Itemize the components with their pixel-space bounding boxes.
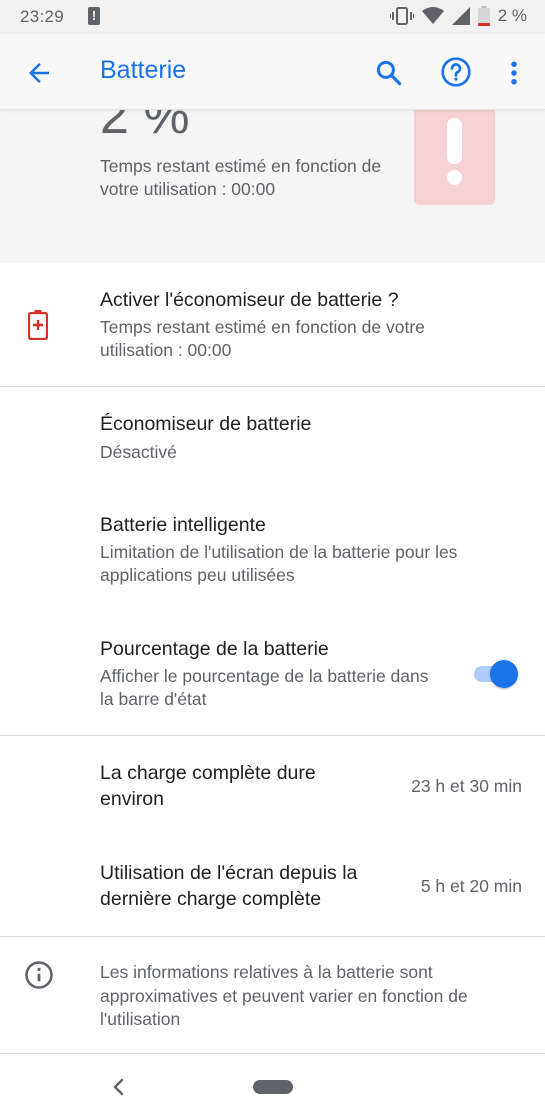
suggestion-summary: Temps restant estimé en fonction de votr… (100, 317, 425, 360)
setting-summary: Afficher le pourcentage de la batterie d… (100, 666, 429, 709)
stat-value: 23 h et 30 min (411, 776, 522, 796)
nav-back-icon[interactable] (110, 1076, 128, 1098)
alert-icon (88, 7, 100, 25)
suggestion-title: Activer l'économiseur de batterie ? (100, 289, 399, 311)
setting-summary: Désactivé (100, 442, 177, 462)
help-icon[interactable] (440, 56, 472, 88)
back-arrow-icon[interactable] (24, 58, 54, 88)
battery-alert-icon (28, 310, 48, 340)
toggle-thumb (490, 660, 518, 688)
stat-full-charge: La charge complète dure environ 23 h et … (0, 736, 545, 836)
navigation-bar (0, 1060, 545, 1120)
stat-value: 5 h et 20 min (420, 876, 522, 896)
setting-title: Pourcentage de la batterie (100, 638, 329, 660)
wifi-icon (421, 7, 444, 24)
signal-icon (451, 7, 470, 25)
setting-battery-saver[interactable]: Économiseur de batterie Désactivé (0, 387, 545, 485)
footer-info: Les informations relatives à la batterie… (100, 962, 468, 1029)
setting-title: Économiseur de batterie (100, 413, 312, 435)
setting-summary: Limitation de l'utilisation de la batter… (100, 542, 458, 585)
setting-battery-percentage[interactable]: Pourcentage de la batterie Afficher le p… (0, 609, 545, 735)
vibrate-icon (389, 7, 414, 25)
more-vert-icon[interactable] (505, 58, 523, 88)
battery-warning-graphic (414, 110, 495, 205)
stat-screen-usage: Utilisation de l'écran depuis la dernièr… (0, 836, 545, 936)
search-icon[interactable] (374, 58, 404, 88)
exclamation-dot (447, 170, 462, 185)
battery-level: 2 % (100, 110, 190, 145)
battery-estimate: Temps restant estimé en fonction de votr… (100, 156, 382, 199)
battery-saver-suggestion[interactable]: Activer l'économiseur de batterie ? Temp… (0, 263, 545, 386)
stat-title: La charge complète dure environ (100, 762, 316, 810)
home-pill[interactable] (253, 1080, 293, 1094)
app-bar: Batterie (0, 34, 545, 110)
setting-smart-battery[interactable]: Batterie intelligente Limitation de l'ut… (0, 485, 545, 609)
setting-title: Batterie intelligente (100, 514, 266, 536)
battery-low-icon (477, 6, 490, 26)
status-icons: 2 % (389, 6, 527, 26)
battery-header: 2 % Temps restant estimé en fonction de … (0, 110, 545, 263)
status-battery-percent: 2 % (497, 6, 527, 25)
page-title: Batterie (100, 56, 187, 84)
exclamation-mark (447, 118, 462, 164)
status-bar: 23:29 2 % (0, 0, 545, 34)
info-icon (25, 961, 53, 989)
divider (0, 936, 545, 937)
stat-title: Utilisation de l'écran depuis la dernièr… (100, 862, 358, 910)
status-time: 23:29 (20, 7, 65, 26)
divider (0, 1053, 545, 1054)
battery-percentage-toggle[interactable] (472, 660, 518, 688)
